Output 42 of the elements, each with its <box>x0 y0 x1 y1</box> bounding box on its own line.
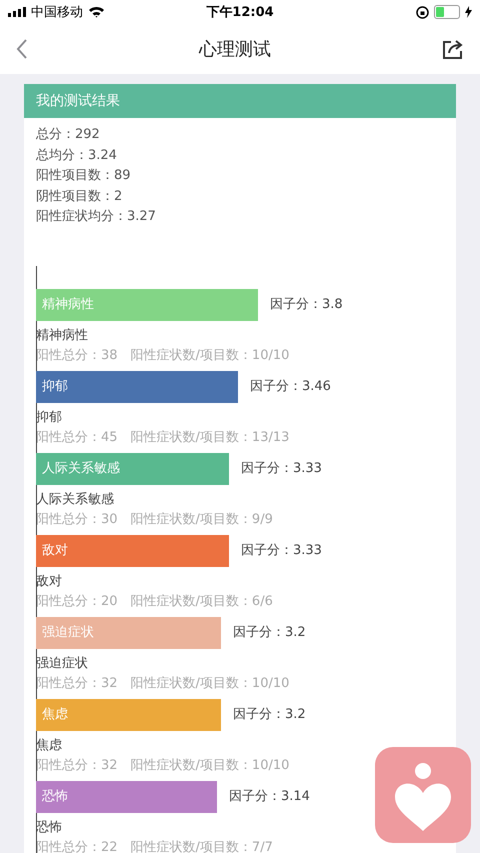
battery-icon <box>434 5 460 19</box>
factor-name: 精神病性 <box>36 326 89 344</box>
factor-name: 敌对 <box>36 572 63 590</box>
bar-label: 人际关系敏感 <box>42 460 120 478</box>
wifi-icon <box>88 6 105 18</box>
factor-name: 抑郁 <box>36 408 63 426</box>
carrier-name: 中国移动 <box>31 4 83 21</box>
factor-score: 因子分：3.2 <box>233 624 306 642</box>
card-header: 我的测试结果 <box>24 84 456 118</box>
bar-label: 抑郁 <box>42 378 68 396</box>
factor-stats: 阳性总分：30 阳性症状数/项目数：9/9 <box>36 510 274 528</box>
bar-label: 恐怖 <box>42 788 68 806</box>
status-time: 下午12:04 <box>206 4 274 21</box>
bar-label: 精神病性 <box>42 296 94 314</box>
signal-icon <box>8 7 26 17</box>
bar-label: 焦虑 <box>42 706 68 724</box>
summary-line: 阳性项目数：89 <box>36 167 132 185</box>
factor-score: 因子分：3.14 <box>229 788 310 806</box>
nav-title: 心理测试 <box>199 38 271 61</box>
factor-name: 强迫症状 <box>36 654 89 672</box>
heart-app-icon[interactable] <box>375 747 471 843</box>
factor-stats: 阳性总分：22 阳性症状数/项目数：7/7 <box>36 838 274 853</box>
summary-line: 阴性项目数：2 <box>36 188 124 206</box>
factor-stats: 阳性总分：20 阳性症状数/项目数：6/6 <box>36 592 274 610</box>
summary-line: 阳性症状均分：3.27 <box>36 208 157 226</box>
factor-stats: 阳性总分：45 阳性症状数/项目数：13/13 <box>36 428 290 446</box>
factor-score: 因子分：3.8 <box>270 296 343 314</box>
factor-stats: 阳性总分：32 阳性症状数/项目数：10/10 <box>36 674 290 692</box>
factor-name: 人际关系敏感 <box>36 490 115 508</box>
charging-icon <box>465 6 472 18</box>
factor-stats: 阳性总分：32 阳性症状数/项目数：10/10 <box>36 756 290 774</box>
summary-line: 总均分：3.24 <box>36 146 118 164</box>
factor-name: 恐怖 <box>36 818 63 836</box>
bar-label: 敌对 <box>42 542 68 560</box>
factor-score: 因子分：3.33 <box>241 460 322 478</box>
factor-score: 因子分：3.46 <box>250 378 331 396</box>
bar-label: 强迫症状 <box>42 624 94 642</box>
summary-line: 总分：292 <box>36 126 101 144</box>
factor-stats: 阳性总分：38 阳性症状数/项目数：10/10 <box>36 346 290 364</box>
factor-score: 因子分：3.2 <box>233 706 306 724</box>
factor-score: 因子分：3.33 <box>241 542 322 560</box>
factor-name: 焦虑 <box>36 736 63 754</box>
